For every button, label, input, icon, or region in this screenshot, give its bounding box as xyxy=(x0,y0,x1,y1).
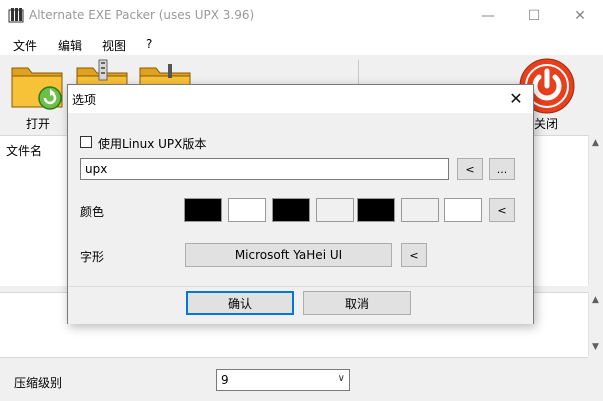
ok-button[interactable]: 确认 xyxy=(186,291,294,315)
font-reset-button[interactable]: < xyxy=(401,243,427,267)
app-icon xyxy=(8,7,24,23)
upx-path-browse-button[interactable]: ... xyxy=(489,158,515,180)
use-linux-upx-label[interactable]: 使用Linux UPX版本 xyxy=(98,135,206,152)
upx-path-reset-button[interactable]: < xyxy=(457,158,483,180)
color-swatch-6[interactable] xyxy=(401,198,439,222)
open-folder-icon[interactable] xyxy=(10,58,66,110)
upx-path-value: upx xyxy=(85,162,108,176)
upx-path-input[interactable]: upx xyxy=(80,158,449,180)
open-label[interactable]: 打开 xyxy=(26,115,50,132)
color-reset-button[interactable]: < xyxy=(489,198,515,222)
color-swatch-2[interactable] xyxy=(228,198,266,222)
scroll-down-icon[interactable]: ▼ xyxy=(592,342,599,352)
color-swatch-5[interactable] xyxy=(357,198,395,222)
font-label: 字形 xyxy=(80,250,105,264)
file-name-column-header[interactable]: 文件名 xyxy=(6,142,42,159)
scroll-up-icon[interactable]: ▲ xyxy=(592,138,599,148)
menu-bar xyxy=(0,31,603,55)
font-select-button[interactable]: Microsoft YaHei UI xyxy=(185,243,392,267)
close-window-button[interactable]: ✕ xyxy=(557,0,603,31)
color-swatch-1[interactable] xyxy=(184,198,222,222)
color-label: 颜色 xyxy=(80,205,105,219)
dialog-close-button[interactable]: ✕ xyxy=(506,88,526,108)
color-swatch-3[interactable] xyxy=(272,198,310,222)
dialog-footer xyxy=(68,286,533,324)
compression-level-value: 9 xyxy=(221,373,229,387)
minimize-button[interactable]: — xyxy=(465,0,511,31)
chevron-down-icon: ∨ xyxy=(337,373,345,384)
cancel-button[interactable]: 取消 xyxy=(303,291,411,315)
maximize-button[interactable]: ☐ xyxy=(511,0,557,31)
menu-file[interactable]: 文件 xyxy=(13,37,37,54)
window-title: Alternate EXE Packer (uses UPX 3.96) xyxy=(29,8,255,22)
dialog-title-bar xyxy=(68,85,533,113)
menu-edit[interactable]: 编辑 xyxy=(58,37,82,54)
use-linux-upx-checkbox[interactable] xyxy=(80,136,92,148)
menu-help[interactable]: ? xyxy=(146,37,152,51)
file-list-scrollbar[interactable]: ▲ xyxy=(588,135,603,285)
color-swatch-4[interactable] xyxy=(316,198,354,222)
menu-view[interactable]: 视图 xyxy=(102,37,126,54)
close-label[interactable]: 关闭 xyxy=(534,115,558,132)
compression-level-label: 压缩级别 xyxy=(14,376,63,390)
log-scrollbar[interactable]: ▲ ▼ xyxy=(588,292,603,356)
color-swatch-7[interactable] xyxy=(444,198,482,222)
dialog-title: 选项 xyxy=(72,93,97,107)
scroll-up-icon[interactable]: ▲ xyxy=(592,295,599,305)
compression-level-select[interactable]: 9 ∨ xyxy=(216,369,350,391)
